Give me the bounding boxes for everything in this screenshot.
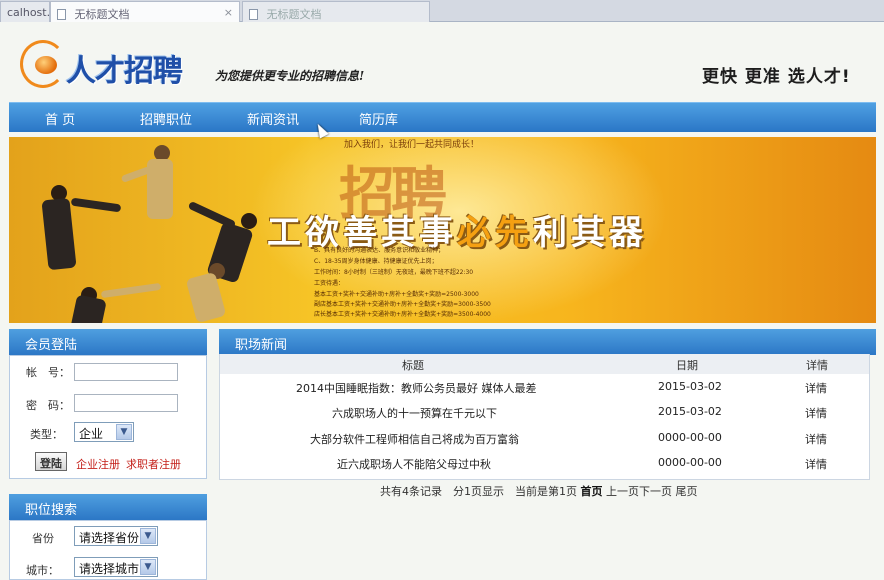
banner-requirement: 工作时间：8小时制（三班制）无夜班，最晚下班不超22:30	[314, 269, 474, 276]
news-title-link[interactable]: 近六成职场人不能陪父母过中秋	[337, 456, 491, 472]
table-row: 六成职场人的十一预算在千元以下 2015-03-02 详情	[220, 400, 869, 425]
browser-tab-localhost[interactable]: calhost...	[0, 1, 50, 22]
pager-first-link[interactable]: 首页	[581, 485, 603, 498]
banner-requirement: 基本工资+奖补+交通补助+房补+全勤奖+奖励=2500-3000	[314, 291, 479, 298]
pager-prev-link[interactable]: 上一页	[606, 485, 639, 498]
hero-banner: 加入我们，让我们一起共同成长！ 招聘 工欲善其事必先利其器 B、具有良好的沟通表…	[9, 137, 876, 323]
browser-tab-bar: calhost... 无标题文档 × 无标题文档	[0, 0, 884, 22]
column-header-date: 日期	[676, 359, 698, 372]
news-title-link[interactable]: 2014中国睡眠指数：教师公务员最好 媒体人最差	[296, 380, 537, 396]
chevron-down-icon: ▼	[140, 559, 156, 575]
job-search-title: 职位搜索	[9, 494, 207, 520]
document-icon	[57, 9, 66, 20]
news-date: 0000-00-00	[658, 456, 722, 469]
header-tagline: 更快 更准 选人才!	[702, 67, 851, 87]
city-select[interactable]: 请选择城市 ▼	[74, 557, 158, 577]
province-select-value: 请选择省份	[79, 531, 140, 545]
type-select-value: 企业	[79, 427, 104, 441]
pager-next-link[interactable]: 下一页	[639, 485, 672, 498]
logo-text: 人才招聘	[66, 54, 183, 89]
pager-last-link[interactable]: 尾页	[676, 485, 698, 498]
banner-requirement: 工资待遇：	[314, 280, 345, 287]
banner-requirement: B、具有良好的沟通表达、服务意识和敬业精神；	[314, 247, 445, 254]
table-row: 大部分软件工程师相信自己将成为百万富翁 0000-00-00 详情	[220, 426, 869, 451]
company-register-link[interactable]: 企业注册	[76, 456, 120, 472]
browser-tab-label: 无标题文档	[74, 8, 130, 21]
column-header-title: 标题	[402, 359, 424, 372]
banner-requirement: 店长基本工资+奖补+交通补助+房补+全勤奖+奖励=3500-4000	[314, 311, 491, 318]
city-select-value: 请选择城市	[79, 562, 140, 576]
type-label: 类型：	[30, 428, 63, 441]
news-date: 2015-03-02	[658, 405, 722, 418]
browser-tab-label: 无标题文档	[266, 8, 322, 21]
logo-slogan: 为您提供更专业的招聘信息!	[215, 69, 365, 83]
password-label: 密 码：	[26, 399, 70, 412]
nav-item-jobs[interactable]: 招聘职位	[140, 109, 192, 128]
news-date: 0000-00-00	[658, 431, 722, 444]
login-panel-title: 会员登陆	[9, 329, 207, 355]
logo-orb-icon	[20, 40, 66, 88]
news-detail-link[interactable]: 详情	[805, 431, 827, 447]
browser-tab-new[interactable]: 无标题文档	[242, 1, 430, 22]
province-label: 省份	[32, 532, 54, 545]
pager-summary: 共有4条记录 分1页显示 当前是第1页	[380, 485, 577, 498]
news-title-link[interactable]: 大部分软件工程师相信自己将成为百万富翁	[310, 431, 519, 447]
province-select[interactable]: 请选择省份 ▼	[74, 526, 158, 546]
main-nav: 首 页 招聘职位 新闻资讯 简历库	[9, 102, 876, 132]
account-input[interactable]	[74, 363, 178, 381]
password-input[interactable]	[74, 394, 178, 412]
browser-tab-label: calhost...	[7, 6, 50, 19]
news-panel-title: 职场新闻	[219, 329, 876, 355]
news-table-header: 标题 日期 详情	[220, 354, 869, 374]
chevron-down-icon: ▼	[140, 528, 156, 544]
news-detail-link[interactable]: 详情	[805, 380, 827, 396]
nav-item-resumes[interactable]: 简历库	[359, 109, 398, 128]
table-row: 近六成职场人不能陪父母过中秋 0000-00-00 详情	[220, 451, 869, 476]
banner-requirement: C、18-35周岁身体健康、持健康证优先上岗；	[314, 258, 438, 265]
column-header-detail: 详情	[806, 359, 828, 372]
login-button[interactable]: 登陆	[35, 452, 67, 471]
table-row: 2014中国睡眠指数：教师公务员最好 媒体人最差 2015-03-02 详情	[220, 375, 869, 400]
seeker-register-link[interactable]: 求职者注册	[126, 456, 181, 472]
news-title-link[interactable]: 六成职场人的十一预算在千元以下	[332, 405, 497, 421]
news-detail-link[interactable]: 详情	[805, 405, 827, 421]
news-detail-link[interactable]: 详情	[805, 456, 827, 472]
site-logo[interactable]: 人才招聘 为您提供更专业的招聘信息!	[20, 40, 380, 92]
banner-requirement: 副店基本工资+奖补+交通补助+房补+全勤奖+奖励=3000-3500	[314, 301, 491, 308]
news-pager: 共有4条记录 分1页显示 当前是第1页 首页 上一页下一页 尾页	[380, 483, 698, 499]
banner-headline-highlight: 必先	[457, 213, 533, 253]
nav-item-news[interactable]: 新闻资讯	[247, 109, 299, 128]
account-label: 帐 号：	[26, 366, 70, 379]
browser-tab-active[interactable]: 无标题文档 ×	[50, 1, 240, 22]
close-tab-icon[interactable]: ×	[224, 6, 233, 19]
chevron-down-icon: ▼	[116, 424, 132, 440]
document-icon	[249, 9, 258, 20]
nav-item-home[interactable]: 首 页	[45, 109, 75, 128]
city-label: 城市：	[26, 564, 59, 577]
type-select[interactable]: 企业 ▼	[74, 422, 134, 442]
news-date: 2015-03-02	[658, 380, 722, 393]
